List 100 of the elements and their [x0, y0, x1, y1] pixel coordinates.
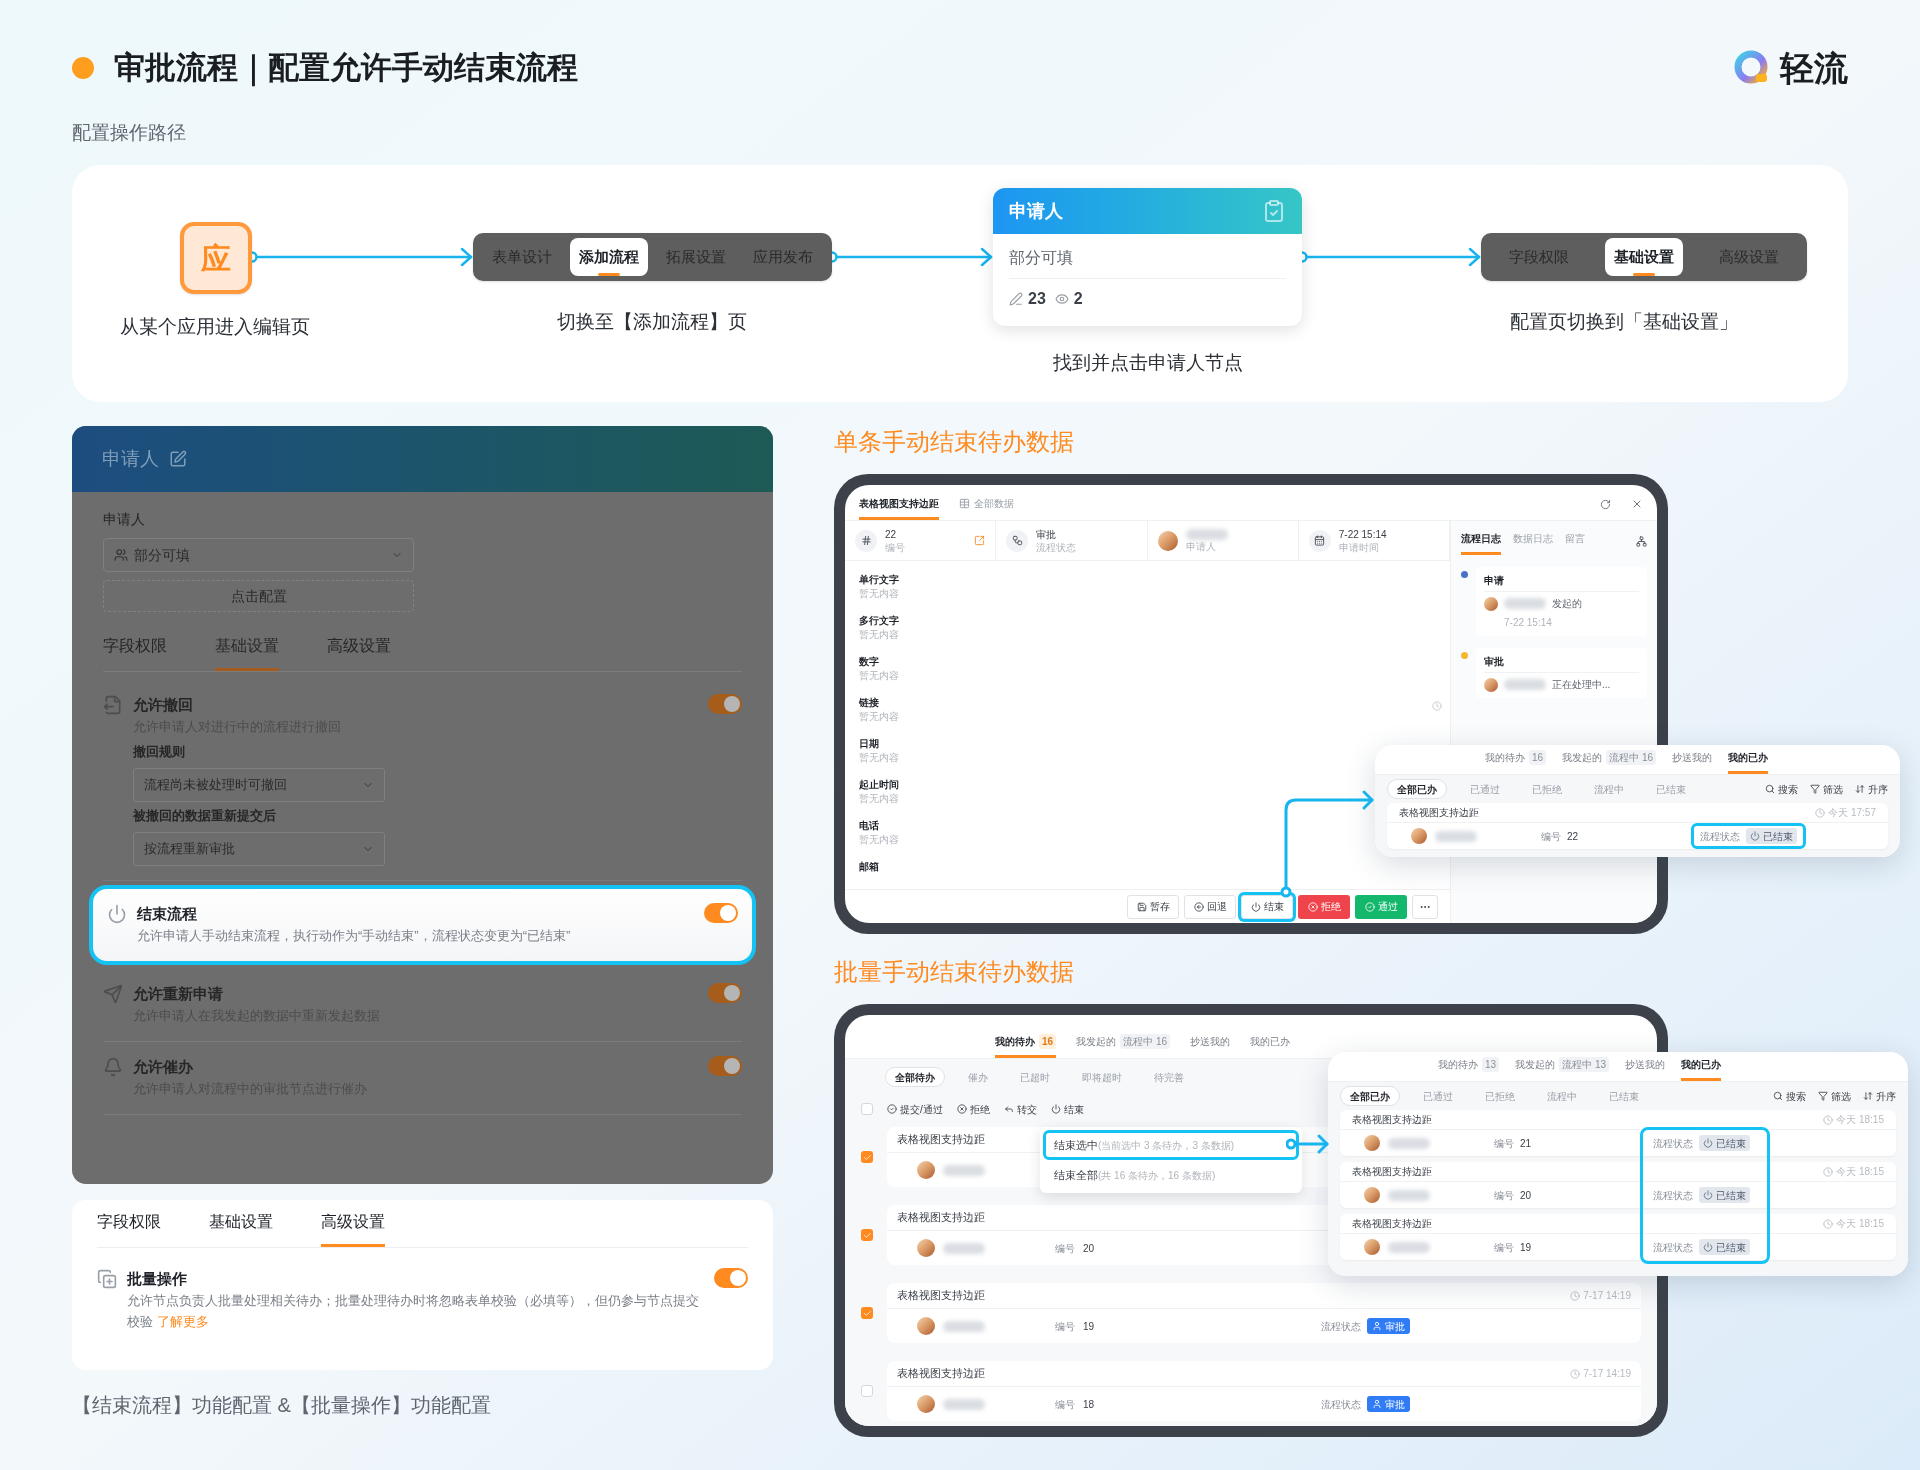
toggle-switch[interactable]: [708, 694, 742, 714]
power-icon: [1703, 1242, 1713, 1252]
blurred-name: [1388, 1189, 1430, 1201]
tab[interactable]: 我发起的 流程中 16: [1562, 750, 1657, 774]
filter-tab[interactable]: 已通过: [1414, 1086, 1462, 1106]
tab[interactable]: 我发起的 流程中 13: [1515, 1057, 1610, 1081]
tab[interactable]: 抄送我的: [1190, 1034, 1231, 1058]
toolbar-button[interactable]: 升序: [1863, 1088, 1896, 1104]
flow-node-card[interactable]: 申请人 部分可填 23 2: [993, 188, 1302, 326]
toggle-switch[interactable]: [708, 983, 742, 1003]
summary-label: 流程状态: [1036, 540, 1077, 554]
tab[interactable]: 字段权限: [103, 634, 167, 671]
filter-tab[interactable]: 全部待办: [885, 1067, 945, 1087]
toggle-switch[interactable]: [704, 903, 738, 923]
action-button[interactable]: 结束: [1241, 894, 1293, 919]
summary-value: 审批: [1036, 527, 1058, 541]
menu-item[interactable]: 结束选中(当前选中 3 条待办，3 条数据): [1043, 1130, 1299, 1160]
tab[interactable]: 添加流程: [570, 238, 649, 276]
record-time: 今天 18:15: [1836, 1165, 1884, 1179]
checkbox[interactable]: [861, 1385, 873, 1397]
action-button[interactable]: 暂存: [1127, 894, 1179, 919]
filter-tab[interactable]: 已拒绝: [1476, 1086, 1524, 1106]
tab[interactable]: 数据日志: [1513, 531, 1553, 555]
filter-tab[interactable]: 催办: [959, 1067, 997, 1087]
toggle-switch[interactable]: [708, 1056, 742, 1076]
action-button[interactable]: 通过: [1355, 894, 1407, 919]
share-icon[interactable]: [974, 535, 986, 546]
toolbar-button[interactable]: 筛选: [1818, 1088, 1851, 1104]
check-icon: [887, 1104, 897, 1114]
tab[interactable]: 基础设置: [1605, 238, 1683, 276]
record-title: 表格视图支持边距: [1399, 806, 1479, 820]
field-label: 流程状态: [1321, 1397, 1361, 1412]
filter-tab[interactable]: 待完善: [1145, 1067, 1193, 1087]
table-icon: [959, 498, 970, 509]
action-button[interactable]: 拒绝: [1298, 894, 1350, 919]
tab[interactable]: 我的待办 13: [1438, 1057, 1500, 1081]
tab[interactable]: 表格视图支持边距: [859, 496, 939, 520]
field-label: 邮箱: [859, 860, 879, 874]
filter-tab[interactable]: 流程中: [1538, 1086, 1586, 1106]
toolbar-button[interactable]: 升序: [1855, 781, 1888, 797]
toolbar-button[interactable]: 筛选: [1810, 781, 1843, 797]
batch-action[interactable]: 拒绝: [956, 1101, 990, 1117]
tab[interactable]: 高级设置: [321, 1210, 385, 1247]
edit-icon[interactable]: [169, 450, 187, 468]
batch-action[interactable]: 转交: [1003, 1101, 1037, 1117]
tab[interactable]: 我发起的 流程中 16: [1076, 1034, 1171, 1058]
tab[interactable]: 高级设置: [327, 634, 391, 671]
filter-tab[interactable]: 已拒绝: [1523, 779, 1571, 799]
checkbox[interactable]: [861, 1151, 873, 1163]
close-icon[interactable]: [1631, 498, 1643, 510]
tab[interactable]: 抄送我的: [1672, 750, 1713, 774]
record-time: 7-17 14:19: [1583, 1367, 1631, 1381]
tab[interactable]: 基础设置: [209, 1210, 273, 1247]
toggle-switch[interactable]: [714, 1268, 748, 1288]
avatar: [1484, 596, 1498, 611]
tab[interactable]: 抄送我的: [1625, 1057, 1666, 1081]
tab[interactable]: 我的已办: [1250, 1034, 1291, 1058]
filter-tab[interactable]: 已超时: [1011, 1067, 1059, 1087]
refresh-icon[interactable]: [1600, 499, 1611, 510]
tab[interactable]: 我的待办 16: [1485, 750, 1547, 774]
history-icon[interactable]: [1432, 701, 1442, 711]
tab[interactable]: 留言: [1565, 531, 1585, 555]
checkbox[interactable]: [861, 1229, 873, 1241]
learn-more-link[interactable]: 了解更多: [156, 1314, 209, 1329]
more-button[interactable]: [1412, 894, 1438, 919]
tab[interactable]: 全部数据: [959, 496, 1014, 520]
option-select[interactable]: 流程尚未被处理时可撤回: [133, 768, 385, 802]
toolbar-button[interactable]: 搜索: [1773, 1088, 1806, 1104]
menu-item[interactable]: 结束全部(共 16 条待办，16 条数据): [1043, 1160, 1299, 1190]
batch-action[interactable]: 提交/通过: [887, 1101, 943, 1117]
menu-label: 结束全部: [1054, 1167, 1098, 1183]
check-icon: [862, 1230, 872, 1240]
filter-tab[interactable]: 全部已办: [1340, 1086, 1400, 1106]
select-value: 按流程重新审批: [144, 840, 235, 859]
config-button[interactable]: 点击配置: [103, 580, 414, 612]
filter-tab[interactable]: 即将超时: [1073, 1067, 1131, 1087]
avatar: [1364, 1135, 1380, 1151]
filter-tab[interactable]: 已通过: [1461, 779, 1509, 799]
option-label: 被撤回的数据重新提交后: [133, 807, 277, 825]
action-button[interactable]: 回退: [1184, 894, 1236, 919]
tab[interactable]: 流程日志: [1461, 531, 1501, 555]
filter-tab[interactable]: 全部已办: [1387, 779, 1447, 799]
filter-tab[interactable]: 已结束: [1647, 779, 1695, 799]
tab[interactable]: 字段权限: [97, 1210, 161, 1247]
status-text: 审批: [1385, 1397, 1405, 1412]
checkbox[interactable]: [861, 1307, 873, 1319]
tab[interactable]: 基础设置: [215, 634, 279, 671]
filter-tab[interactable]: 已结束: [1600, 1086, 1648, 1106]
toolbar-button[interactable]: 搜索: [1765, 781, 1798, 797]
filter-tab[interactable]: 流程中: [1585, 779, 1633, 799]
permission-select[interactable]: 部分可填: [103, 538, 414, 572]
field-label: 编号: [1494, 1136, 1514, 1151]
record-title: 表格视图支持边距: [897, 1132, 985, 1148]
record-time: 今天 18:15: [1836, 1113, 1884, 1127]
sort-icon: [1863, 1091, 1873, 1101]
batch-action[interactable]: 结束: [1050, 1101, 1084, 1117]
org-icon[interactable]: [1636, 536, 1647, 547]
option-select[interactable]: 按流程重新审批: [133, 832, 385, 866]
checkbox[interactable]: [861, 1103, 873, 1115]
field-label: 流程状态: [1700, 829, 1740, 844]
